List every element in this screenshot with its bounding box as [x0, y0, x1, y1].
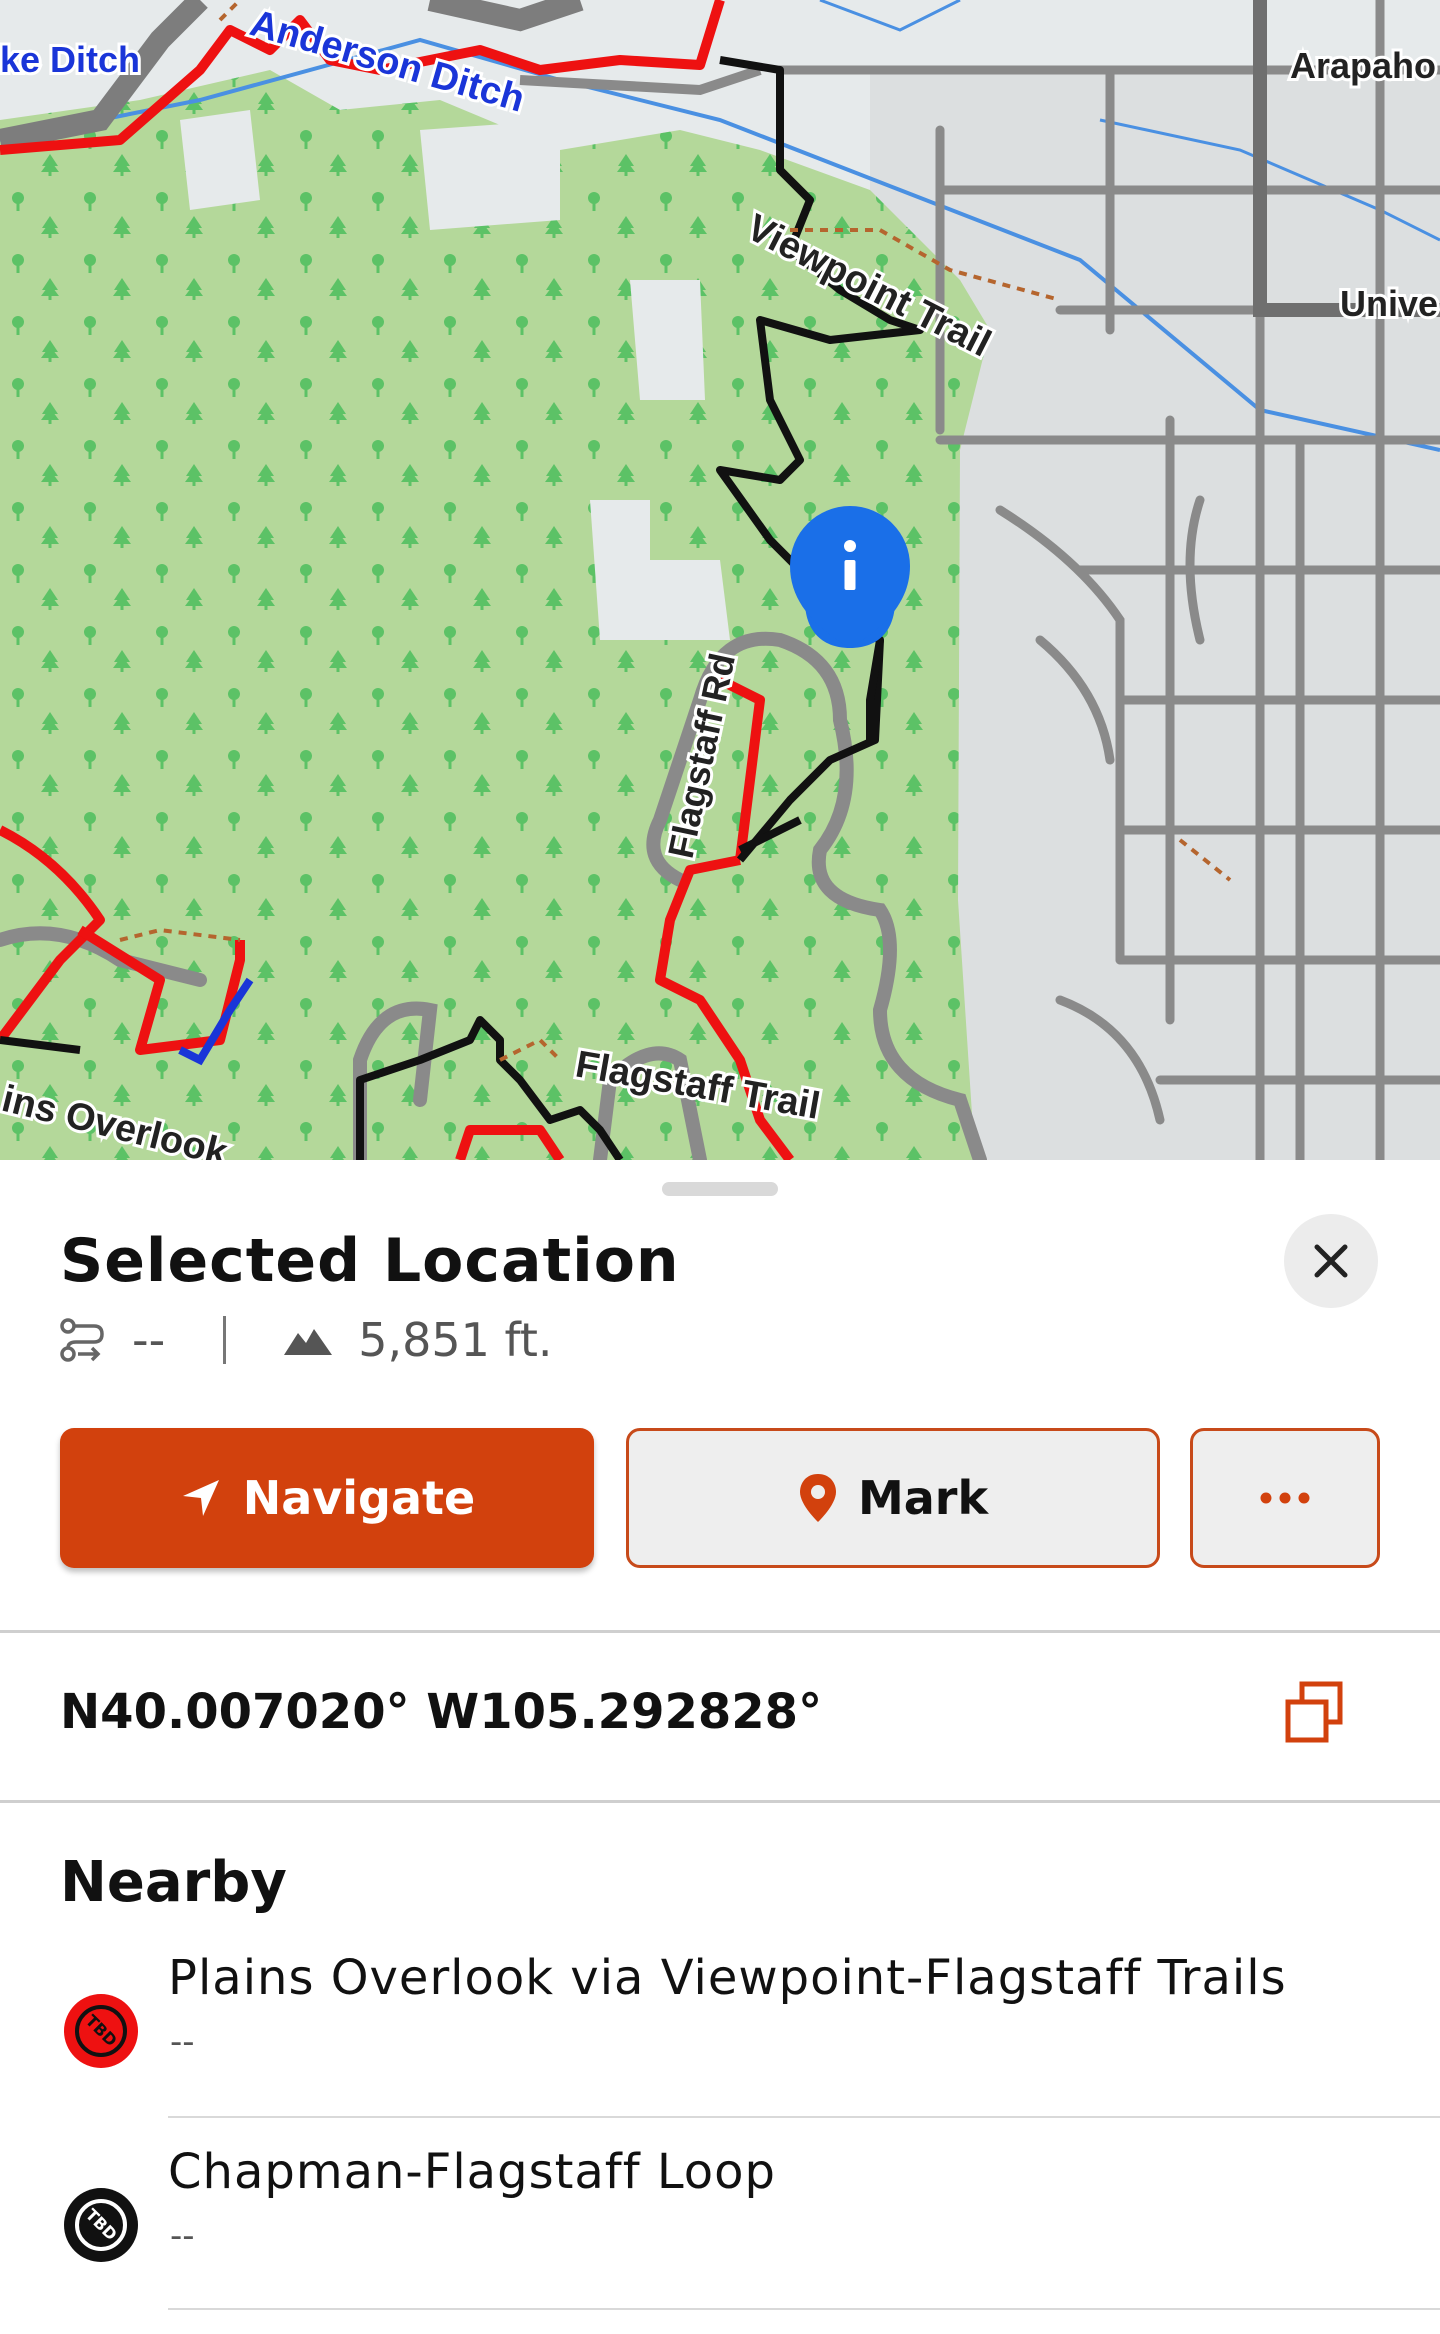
navigate-label: Navigate [242, 1471, 476, 1525]
location-stats: -- 5,851 ft. [58, 1310, 553, 1370]
list-divider [168, 2308, 1440, 2310]
location-sheet: Selected Location -- 5,851 ft. Navigate … [0, 1160, 1440, 2312]
navigate-button[interactable]: Navigate [60, 1428, 594, 1568]
map-pin-icon [799, 1474, 836, 1522]
nearby-item[interactable]: TBD Plains Overlook via Viewpoint-Flagst… [0, 1950, 1440, 2140]
coordinates-text: N40.007020° W105.292828° [60, 1684, 823, 1740]
more-options-button[interactable] [1190, 1428, 1380, 1568]
map-label-university: Unive [1340, 283, 1438, 324]
nearby-heading: Nearby [60, 1850, 287, 1915]
elevation-value: 5,851 ft. [358, 1313, 553, 1367]
trail-badge-icon: TBD [64, 1994, 138, 2068]
nearby-item-title: Chapman-Flagstaff Loop [168, 2144, 776, 2200]
close-icon [1314, 1244, 1348, 1278]
sheet-title: Selected Location [60, 1226, 680, 1296]
trail-badge-icon: TBD [64, 2188, 138, 2262]
map-label-arapahoe: Arapaho [1290, 45, 1436, 86]
list-divider [168, 2116, 1440, 2118]
map-label-ditch-left: ke Ditch [0, 39, 140, 80]
nearby-item-subtitle: -- [170, 2022, 195, 2062]
copy-icon [1285, 1681, 1343, 1743]
drag-handle[interactable] [662, 1182, 778, 1196]
navigation-arrow-icon [182, 1480, 219, 1516]
more-horizontal-icon [1260, 1492, 1310, 1504]
mark-label: Mark [857, 1471, 989, 1525]
mountain-icon [284, 1329, 333, 1355]
nearby-item[interactable]: TBD Chapman-Flagstaff Loop -- [0, 2144, 1440, 2334]
copy-coordinates-button[interactable] [1282, 1680, 1346, 1744]
distance-value: -- [132, 1313, 166, 1367]
route-distance-icon [60, 1318, 104, 1362]
section-divider [0, 1630, 1440, 1633]
stats-divider [223, 1316, 227, 1364]
map-view[interactable]: ke Ditch Anderson Ditch Arapaho Unive Vi… [0, 0, 1440, 1160]
section-divider [0, 1800, 1440, 1803]
nearby-item-title: Plains Overlook via Viewpoint-Flagstaff … [168, 1950, 1287, 2006]
close-button[interactable] [1284, 1214, 1378, 1308]
mark-button[interactable]: Mark [626, 1428, 1160, 1568]
nearby-item-subtitle: -- [170, 2216, 195, 2256]
